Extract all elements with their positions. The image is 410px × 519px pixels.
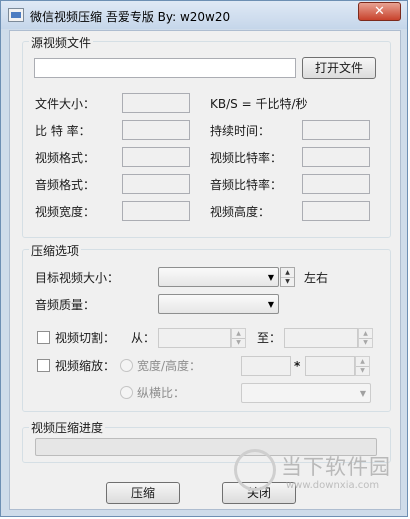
video-width-value xyxy=(122,201,190,221)
spin-down-icon[interactable]: ▼ xyxy=(281,277,294,286)
file-size-value xyxy=(122,93,190,113)
close-window-button[interactable]: ✕ xyxy=(358,2,401,21)
spin-down-icon[interactable]: ▼ xyxy=(356,366,369,375)
ratio-radio[interactable] xyxy=(120,386,133,399)
file-size-label: 文件大小： xyxy=(35,97,96,111)
cut-from-input[interactable] xyxy=(158,328,231,348)
bitrate-value xyxy=(122,120,190,140)
cut-from-spinner[interactable]: ▲ ▼ xyxy=(231,328,246,348)
scale-checkbox[interactable] xyxy=(37,359,50,372)
app-window: 微信视频压缩 吾爱专版 By: w20w20 ✕ 源视频文件 打开文件 文件大小… xyxy=(0,0,408,517)
scale-width-input[interactable] xyxy=(241,356,291,376)
audio-bitrate-value xyxy=(302,174,370,194)
times-sign: * xyxy=(294,359,301,373)
target-size-label: 目标视频大小： xyxy=(35,271,120,285)
audio-bitrate-label: 音频比特率： xyxy=(210,178,283,192)
audio-format-value xyxy=(122,174,190,194)
wh-radio[interactable] xyxy=(120,359,133,372)
spin-down-icon[interactable]: ▼ xyxy=(232,338,245,347)
video-bitrate-value xyxy=(302,147,370,167)
kbs-note: KB/S = 千比特/秒 xyxy=(210,97,308,111)
approx-label: 左右 xyxy=(304,271,329,285)
cut-label: 视频切割： xyxy=(55,331,116,345)
watermark-brand: 当下软件园 xyxy=(281,455,391,479)
audio-format-label: 音频格式： xyxy=(35,178,96,192)
open-file-button[interactable]: 打开文件 xyxy=(302,57,376,79)
watermark-logo xyxy=(234,449,276,491)
audio-quality-select[interactable]: ▼ xyxy=(158,294,279,314)
audio-quality-label: 音频质量： xyxy=(35,298,96,312)
chevron-down-icon: ▼ xyxy=(267,273,274,282)
wh-radio-label: 宽度/高度： xyxy=(137,359,202,373)
ratio-radio-label: 纵横比： xyxy=(137,386,186,400)
window-title: 微信视频压缩 吾爱专版 By: w20w20 xyxy=(30,10,231,24)
to-label: 至： xyxy=(257,331,282,345)
bitrate-label: 比 特 率： xyxy=(35,124,91,138)
duration-label: 持续时间： xyxy=(210,124,271,138)
target-size-select[interactable]: ▼ xyxy=(158,267,279,287)
compress-button[interactable]: 压缩 xyxy=(106,482,180,504)
title-bar[interactable]: 微信视频压缩 吾爱专版 By: w20w20 ✕ xyxy=(1,1,407,29)
watermark-url: www.downxia.com xyxy=(286,480,380,491)
target-size-spinner[interactable]: ▲ ▼ xyxy=(280,267,295,287)
scale-height-spinner[interactable]: ▲ ▼ xyxy=(355,356,370,376)
ratio-select[interactable]: ▼ xyxy=(241,383,371,403)
video-bitrate-label: 视频比特率： xyxy=(210,151,283,165)
chevron-down-icon: ▼ xyxy=(359,389,366,398)
source-group-label: 源视频文件 xyxy=(29,34,94,51)
video-height-value xyxy=(302,201,370,221)
scale-height-input[interactable] xyxy=(305,356,355,376)
chevron-down-icon: ▼ xyxy=(267,300,274,309)
video-height-label: 视频高度： xyxy=(210,205,271,219)
cut-checkbox[interactable] xyxy=(37,331,50,344)
video-format-value xyxy=(122,147,190,167)
compress-group-label: 压缩选项 xyxy=(29,242,82,259)
cut-to-input[interactable] xyxy=(284,328,358,348)
spin-down-icon[interactable]: ▼ xyxy=(359,338,372,347)
video-width-label: 视频宽度： xyxy=(35,205,96,219)
from-label: 从： xyxy=(131,331,156,345)
progress-group-label: 视频压缩进度 xyxy=(29,419,106,436)
duration-value xyxy=(302,120,370,140)
file-path-input[interactable] xyxy=(34,58,296,78)
client-area: 源视频文件 打开文件 文件大小： KB/S = 千比特/秒 比 特 率： 持续时… xyxy=(9,30,401,510)
cut-to-spinner[interactable]: ▲ ▼ xyxy=(358,328,373,348)
scale-label: 视频缩放： xyxy=(55,359,116,373)
app-icon xyxy=(8,8,24,22)
video-format-label: 视频格式： xyxy=(35,151,96,165)
